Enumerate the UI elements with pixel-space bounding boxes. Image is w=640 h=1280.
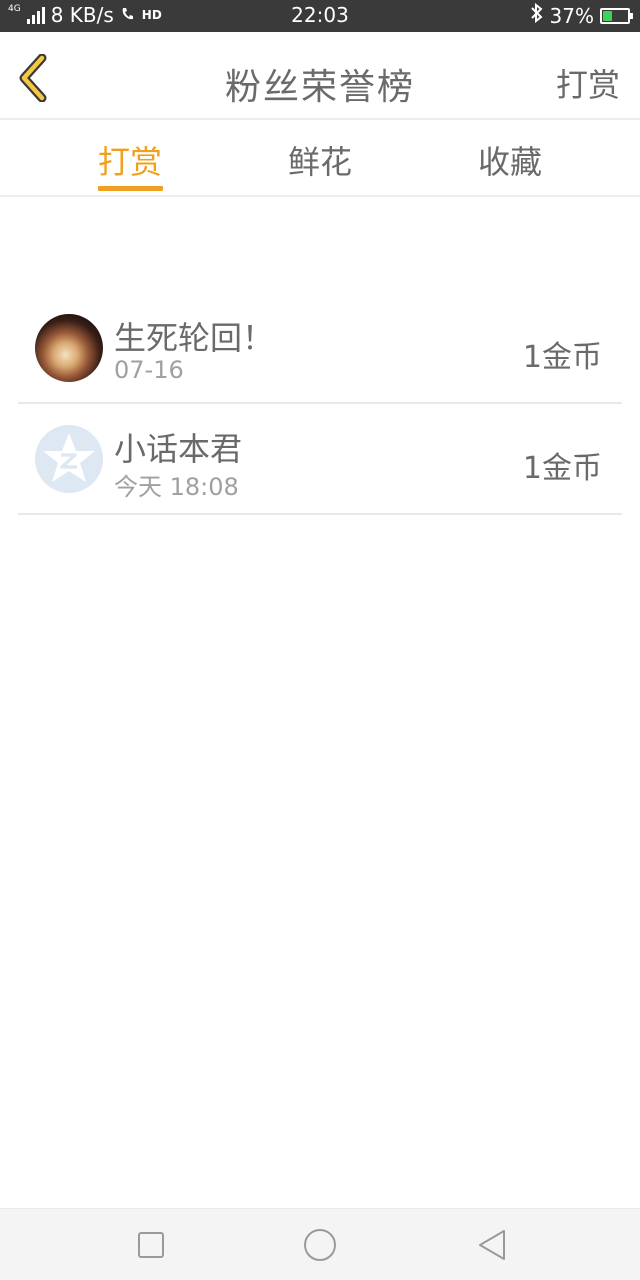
user-name: 生死轮回！	[114, 319, 275, 357]
user-name: 小话本君	[114, 430, 243, 468]
avatar[interactable]	[35, 314, 103, 382]
back-triangle-icon	[479, 1230, 505, 1260]
back-nav-button[interactable]	[474, 1227, 510, 1263]
home-icon	[304, 1229, 336, 1261]
list-item[interactable]: 小话本君 今天 18:08 1金币	[18, 404, 622, 515]
battery-icon	[600, 7, 633, 24]
reward-date: 今天 18:08	[114, 473, 239, 501]
header: 粉丝荣誉榜 打赏	[0, 32, 640, 120]
reward-amount: 1金币	[522, 340, 602, 375]
recent-apps-icon	[138, 1232, 164, 1258]
system-nav-bar	[0, 1208, 640, 1280]
tab-active-indicator	[98, 186, 163, 191]
recent-apps-button[interactable]	[133, 1227, 169, 1263]
home-button[interactable]	[302, 1227, 338, 1263]
page-title: 粉丝荣誉榜	[224, 67, 415, 108]
tab-bar: 打赏 鲜花 收藏	[0, 121, 640, 197]
battery-fill	[603, 10, 612, 21]
tab-flowers[interactable]: 鲜花	[288, 137, 352, 183]
status-bar: 4G 8 KB/s HD 22:03 37%	[0, 0, 640, 32]
tab-favorites[interactable]: 收藏	[478, 137, 542, 183]
default-star-avatar-icon	[43, 433, 95, 482]
reward-button[interactable]: 打赏	[556, 60, 620, 106]
reward-date: 07-16	[114, 356, 184, 384]
list-item[interactable]: 生死轮回！ 07-16 1金币	[18, 293, 622, 404]
bluetooth-icon	[530, 2, 544, 28]
tab-reward[interactable]: 打赏	[98, 137, 162, 183]
status-right: 37%	[530, 2, 633, 28]
fan-ranking-list: 生死轮回！ 07-16 1金币 小话本君 今天 18:08 1金币	[18, 293, 622, 515]
avatar[interactable]	[35, 425, 103, 493]
battery-percent: 37%	[549, 3, 594, 28]
reward-amount: 1金币	[522, 451, 602, 486]
